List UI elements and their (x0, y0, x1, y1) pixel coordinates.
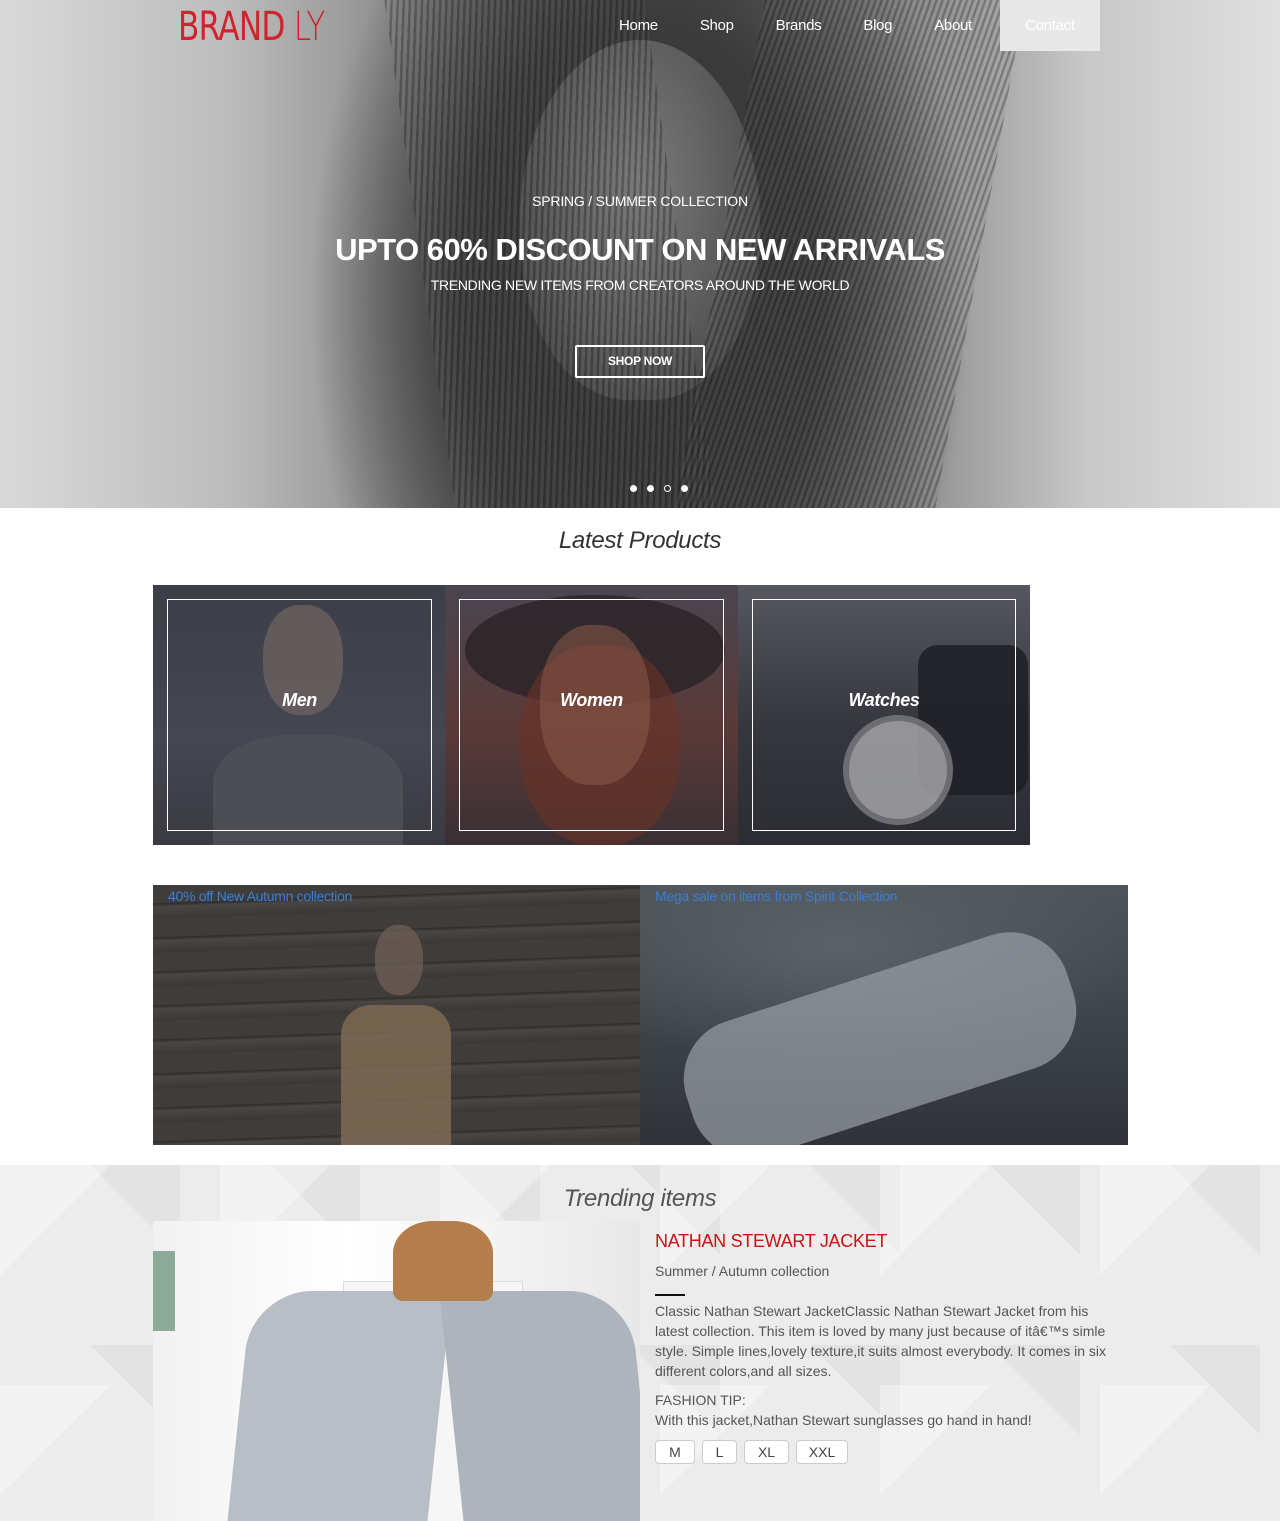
category-men[interactable]: Men (153, 585, 446, 845)
slider-dot-active[interactable] (664, 485, 671, 492)
category-women[interactable]: Women (445, 585, 738, 845)
brand-logo[interactable]: BRAND LY (178, 4, 325, 50)
slider-dot[interactable] (647, 485, 654, 492)
category-label-men: Men (282, 690, 317, 710)
shop-now-button[interactable]: SHOP NOW (575, 345, 705, 378)
category-label-watches: Watches (848, 690, 920, 710)
promo-link-spirit[interactable]: Mega sale on items from Spirit Collectio… (655, 888, 897, 904)
size-xxl-button[interactable]: XXL (796, 1440, 848, 1464)
brand-name: BRAND (178, 4, 285, 50)
slider-dot[interactable] (681, 485, 688, 492)
hero-banner: BRAND LY Home Shop Brands Blog About Con… (0, 0, 1280, 508)
category-label-women: Women (560, 690, 623, 710)
category-frame (752, 599, 1016, 831)
slider-dot[interactable] (630, 485, 637, 492)
category-watches[interactable]: Watches (738, 585, 1030, 845)
nav-shop[interactable]: Shop (679, 0, 755, 51)
fashion-tip-label: FASHION TIP: (655, 1392, 746, 1408)
size-selector: M L XL XXL (655, 1440, 848, 1464)
nav-brands[interactable]: Brands (755, 0, 843, 51)
category-frame (167, 599, 432, 831)
promo-banner-autumn[interactable]: 40% off New Autumn collection (153, 885, 640, 1145)
size-l-button[interactable]: L (702, 1440, 737, 1464)
promo-banner-spirit[interactable]: Mega sale on items from Spirit Collectio… (640, 885, 1128, 1145)
brand-suffix: LY (293, 4, 326, 50)
category-frame (459, 599, 724, 831)
nav-blog[interactable]: Blog (842, 0, 913, 51)
latest-products-title: Latest Products (558, 527, 722, 554)
product-name[interactable]: NATHAN STEWART JACKET (655, 1231, 887, 1252)
hero-kicker: SPRING / SUMMER COLLECTION (532, 193, 748, 209)
nav-contact[interactable]: Contact (999, 0, 1100, 51)
size-xl-button[interactable]: XL (744, 1440, 789, 1464)
hero-title: UPTO 60% DISCOUNT ON NEW ARRIVALS (335, 232, 945, 267)
product-description: Classic Nathan Stewart JacketClassic Nat… (655, 1303, 1107, 1379)
slider-dots (630, 485, 688, 492)
main-nav: Home Shop Brands Blog About Contact (598, 0, 1100, 51)
hero-subtitle: TRENDING NEW ITEMS FROM CREATORS AROUND … (430, 277, 850, 293)
size-m-button[interactable]: M (655, 1440, 695, 1464)
trending-title: Trending items (563, 1185, 717, 1212)
product-image[interactable] (153, 1221, 640, 1521)
nav-home[interactable]: Home (598, 0, 679, 51)
fashion-tip-text: With this jacket,Nathan Stewart sunglass… (655, 1412, 1032, 1428)
product-collection: Summer / Autumn collection (655, 1263, 830, 1279)
divider (655, 1294, 685, 1296)
promo-link-autumn[interactable]: 40% off New Autumn collection (168, 888, 352, 904)
nav-about[interactable]: About (913, 0, 993, 51)
